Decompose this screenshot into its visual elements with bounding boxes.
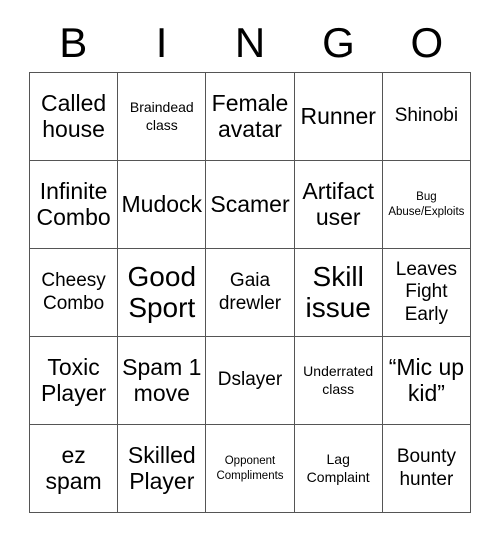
bingo-cell[interactable]: Leaves Fight Early [382, 249, 471, 337]
bingo-cell[interactable]: Skilled Player [118, 425, 207, 513]
bingo-cell-label: Runner [300, 102, 376, 129]
bingo-header-letter-i: I [155, 19, 168, 66]
bingo-cell-label: Mudock [121, 190, 203, 217]
bingo-cell[interactable]: Bounty hunter [382, 425, 471, 513]
bingo-cell-label: Underrated class [303, 363, 374, 397]
bingo-cell-label: Leaves Fight Early [395, 259, 458, 325]
bingo-cell[interactable]: Skill issue [294, 249, 383, 337]
bingo-cell[interactable]: Gaia drewler [206, 249, 295, 337]
bingo-cell[interactable]: Braindead class [118, 73, 207, 161]
bingo-cell[interactable]: Scamer [206, 161, 295, 249]
bingo-cell[interactable]: Dslayer [206, 337, 295, 425]
bingo-cell-label: Braindead class [129, 99, 194, 133]
bingo-header-letter-o: O [410, 19, 444, 66]
bingo-cell[interactable]: Called house [30, 73, 119, 161]
bingo-header-letter-b: B [59, 19, 88, 66]
bingo-cell[interactable]: Artifact user [294, 161, 383, 249]
bingo-cell-label: Cheesy Combo [41, 270, 106, 314]
bingo-cell-label: Gaia drewler [218, 270, 282, 314]
bingo-cell-label: Skill issue [305, 261, 371, 323]
bingo-cell[interactable]: Spam 1 move [118, 337, 207, 425]
bingo-cell[interactable]: Runner [294, 73, 383, 161]
bingo-cell-label: ez spam [45, 441, 102, 494]
bingo-cell-label: Bug Abuse/Exploits [388, 191, 465, 218]
bingo-cell[interactable]: Underrated class [294, 337, 383, 425]
bingo-cell-label: Lag Complaint [306, 451, 370, 485]
bingo-cell[interactable]: ez spam [30, 425, 119, 513]
bingo-card: B I N G O Called house Braindead class Fem… [0, 0, 500, 544]
bingo-cell-label: Bounty hunter [396, 446, 456, 490]
bingo-cell[interactable]: Lag Complaint [294, 425, 383, 513]
bingo-header-row: B I N G O [29, 14, 471, 72]
bingo-cell[interactable]: Cheesy Combo [30, 249, 119, 337]
bingo-cell-label: Opponent Compliments [216, 455, 284, 482]
bingo-cell-label: Shinobi [394, 105, 459, 127]
bingo-header-letter-g: G [322, 19, 355, 66]
bingo-cell[interactable]: Toxic Player [30, 337, 119, 425]
bingo-cell-label: Dslayer [217, 369, 283, 391]
bingo-cell-label: Called house [40, 89, 107, 142]
bingo-grid: Called house Braindead class Female avatar… [29, 72, 471, 513]
bingo-cell-label: Female avatar [211, 89, 289, 142]
bingo-cell[interactable]: Shinobi [382, 73, 471, 161]
bingo-cell-label: Skilled Player [127, 441, 196, 494]
bingo-cell[interactable]: Mudock [118, 161, 207, 249]
bingo-cell[interactable]: Infinite Combo [30, 161, 119, 249]
bingo-cell-label: Artifact user [302, 177, 374, 230]
bingo-cell-label: “Mic up kid” [388, 353, 465, 406]
bingo-cell[interactable]: Bug Abuse/Exploits [382, 161, 471, 249]
bingo-cell[interactable]: “Mic up kid” [382, 337, 471, 425]
bingo-cell-label: Toxic Player [40, 353, 107, 406]
bingo-cell[interactable]: Good Sport [118, 249, 207, 337]
bingo-cell-label: Spam 1 move [122, 353, 202, 406]
bingo-cell-label: Scamer [210, 190, 290, 217]
bingo-cell-label: Infinite Combo [36, 177, 111, 230]
bingo-cell[interactable]: Opponent Compliments [206, 425, 295, 513]
bingo-cell[interactable]: Female avatar [206, 73, 295, 161]
bingo-cell-label: Good Sport [127, 261, 197, 323]
bingo-header-letter-n: N [234, 19, 266, 66]
